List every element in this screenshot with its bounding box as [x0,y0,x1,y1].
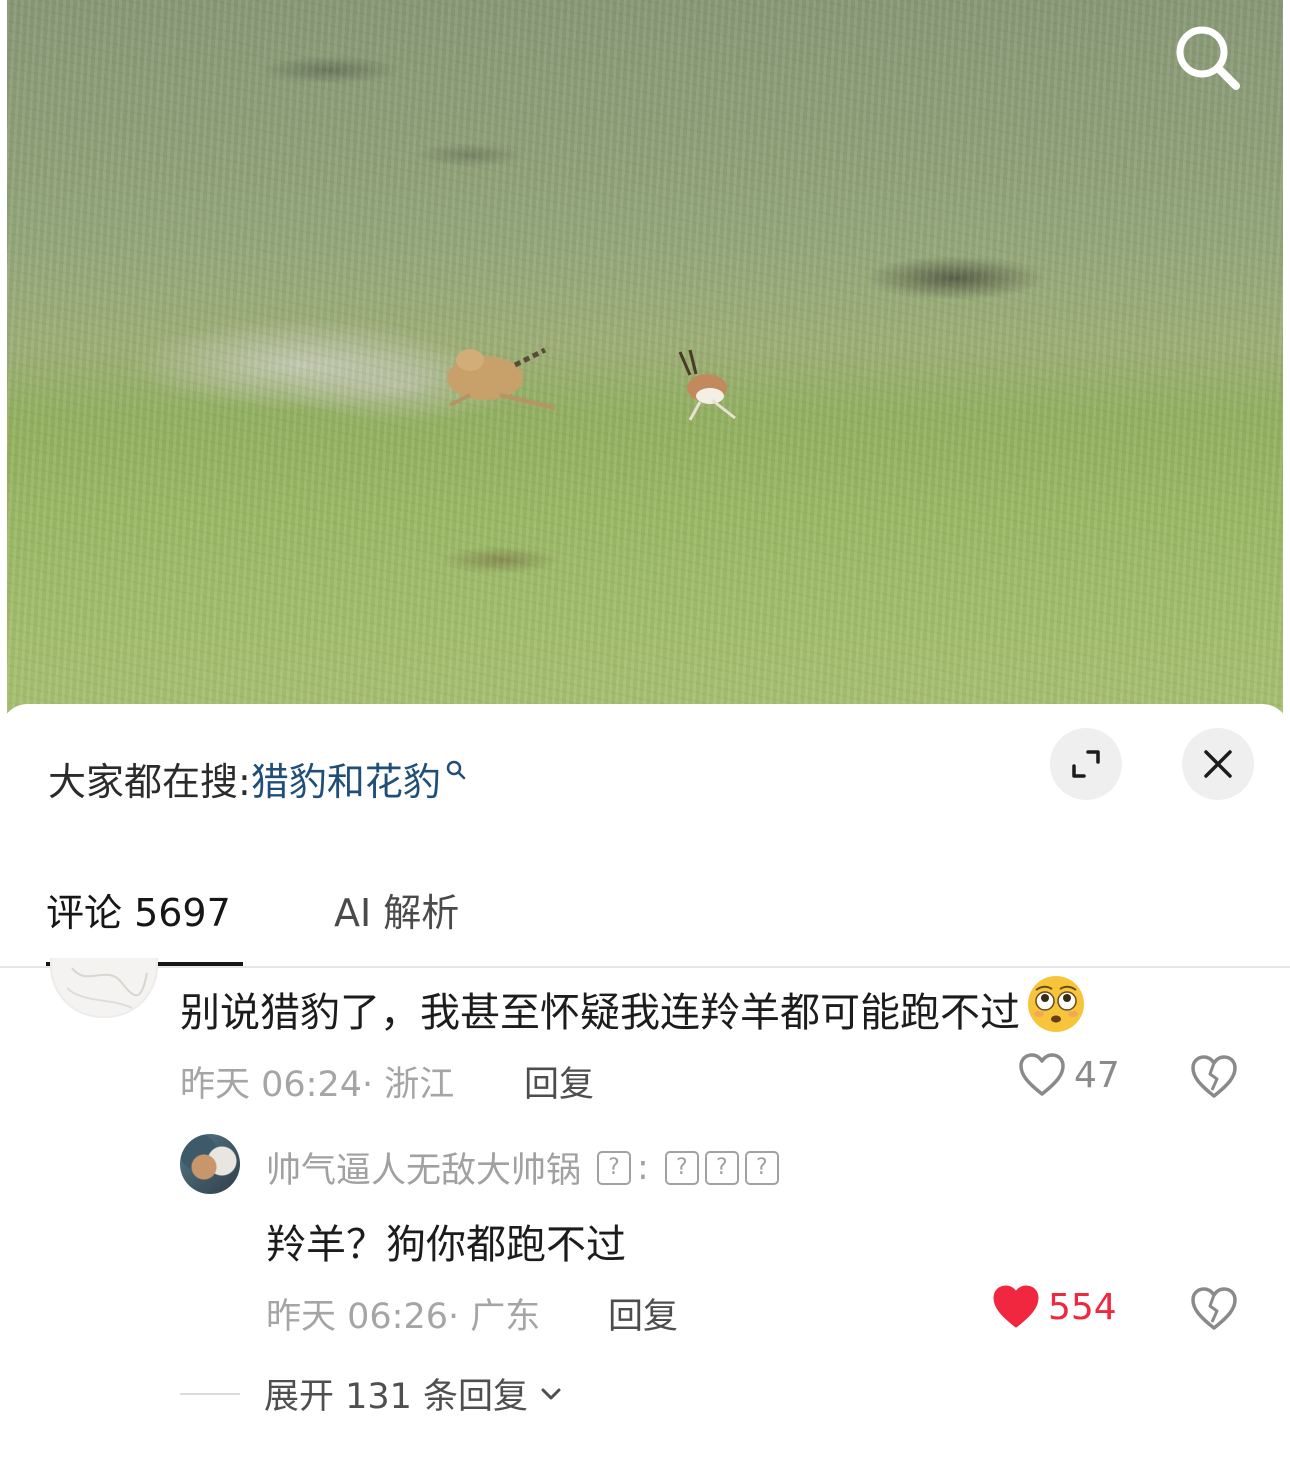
broken-heart-icon [1191,1055,1237,1098]
comment-text: 别说猎豹了，我甚至怀疑我连羚羊都可能跑不过 [180,990,1020,1036]
expand-replies-button[interactable]: 展开 131 条回复 [180,1368,566,1419]
frame-border-left [0,0,7,720]
username-separator: : [637,1147,649,1188]
chevron-down-icon [541,1388,561,1399]
dislike-button[interactable] [1190,1286,1238,1336]
frame-border-right [1283,0,1290,720]
reply-button[interactable]: 回复 [608,1288,678,1339]
commenter-avatar[interactable] [50,958,158,1018]
gazelle-figure [678,349,736,421]
reply-meta: 昨天 06:26· 广东 [266,1297,541,1337]
expand-divider-line [180,1392,240,1395]
cheetah-figure [447,347,556,410]
close-icon [1204,750,1232,778]
tab-bar: 评论 5697 AI 解析 [0,854,1290,968]
badge-glyph: ? [664,1150,699,1185]
trending-search-prefix: 大家都在搜: [48,759,251,804]
comment-body: 别说猎豹了，我甚至怀疑我连羚羊都可能跑不过 [180,974,1086,1044]
comments-sheet: 大家都在搜: 猎豹和花豹 评论 5697 AI 解析 别说猎豹了，我甚至怀疑我连… [0,704,1290,1472]
like-count: 554 [1048,1286,1117,1328]
heart-outline-icon [1019,1053,1065,1096]
video-frame-scene [447,347,736,421]
badge-glyph: ? [704,1150,739,1185]
comment-meta: 昨天 06:24· 浙江 [180,1065,455,1105]
like-button[interactable]: 554 [992,1284,1117,1330]
reply-username-row: 帅气逼人无敌大帅锅 ? : ? ? ? [266,1142,785,1193]
badge-glyph: ? [597,1150,632,1185]
tab-divider [0,966,1290,968]
flushed-face-emoji-icon [1026,974,1086,1044]
tab-comments[interactable]: 评论 5697 [46,882,231,937]
search-icon[interactable] [1168,18,1248,98]
badge-glyph: ? [744,1150,779,1185]
like-button[interactable]: 47 [1018,1052,1120,1098]
trending-search-bar: 大家都在搜: 猎豹和花豹 [48,750,467,806]
reply-avatar[interactable] [180,1134,240,1194]
small-search-icon[interactable] [445,746,467,790]
expand-sheet-button[interactable] [1050,728,1122,800]
reply-text: 羚羊？狗你都跑不过 [266,1222,626,1268]
broken-heart-icon [1191,1287,1237,1330]
dislike-button[interactable] [1190,1054,1238,1104]
trending-search-term[interactable]: 猎豹和花豹 [251,751,441,806]
reply-username[interactable]: 帅气逼人无敌大帅锅 [266,1142,581,1193]
like-count: 47 [1074,1054,1120,1096]
close-sheet-button[interactable] [1182,728,1254,800]
reply-button[interactable]: 回复 [524,1056,594,1107]
expand-replies-label: 展开 131 条回复 [264,1377,529,1417]
tab-ai-analysis[interactable]: AI 解析 [334,882,459,937]
expand-icon [1072,750,1100,778]
video-player[interactable] [0,0,1290,720]
heart-filled-icon [993,1285,1039,1328]
